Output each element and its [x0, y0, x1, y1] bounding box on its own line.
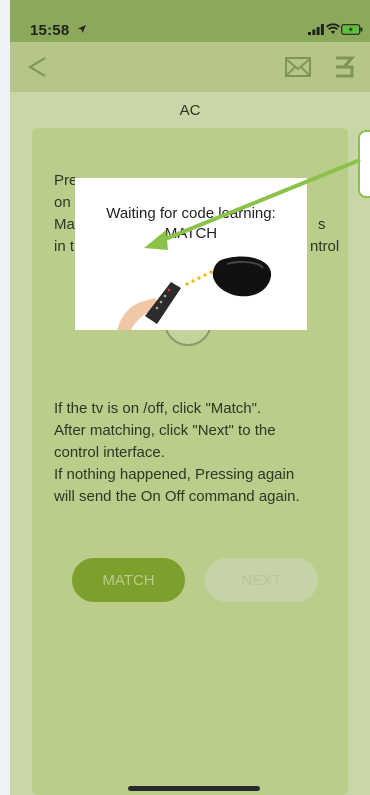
battery-icon [341, 24, 363, 35]
help-line: If nothing happened, Pressing again [54, 466, 295, 483]
instruction-fragment: s [318, 216, 326, 233]
help-line: If the tv is on /off, click "Match". [54, 400, 262, 417]
mail-icon[interactable] [285, 56, 311, 78]
help-line: control interface. [54, 444, 165, 461]
help-line: will send the On Off command again. [54, 488, 300, 505]
cellular-signal-icon [308, 24, 324, 35]
location-arrow-icon [78, 25, 86, 33]
popup-title-line: Waiting for code learning: [106, 205, 276, 222]
instruction-fragment: in t [54, 238, 75, 255]
app-screen: 15:58 AC Pre on Ma s in t ntrol If the t… [10, 0, 370, 795]
popup-title: Waiting for code learning: MATCH [75, 204, 307, 244]
help-line: After matching, click "Next" to the [54, 422, 276, 439]
home-indicator [128, 786, 260, 791]
instruction-fragment: Ma [54, 216, 75, 233]
match-button[interactable]: MATCH [72, 558, 185, 602]
ir-hub-icon [212, 256, 272, 297]
status-bar: 15:58 [10, 0, 370, 42]
remote-control-illustration [117, 256, 272, 330]
menu-icon[interactable] [332, 54, 356, 80]
code-learning-popup: Waiting for code learning: MATCH [75, 178, 307, 330]
back-arrow-icon[interactable] [26, 55, 48, 79]
annotation-callout [358, 130, 370, 198]
wifi-icon [326, 23, 340, 34]
popup-subtitle: MATCH [164, 225, 218, 242]
page-title: AC [179, 102, 201, 119]
instruction-fragment: ntrol [310, 238, 340, 255]
nav-bar [10, 42, 370, 92]
help-text: If the tv is on /off, click "Match". Aft… [54, 398, 349, 508]
next-button[interactable]: NEXT [205, 558, 318, 602]
status-time: 15:58 [30, 22, 70, 39]
